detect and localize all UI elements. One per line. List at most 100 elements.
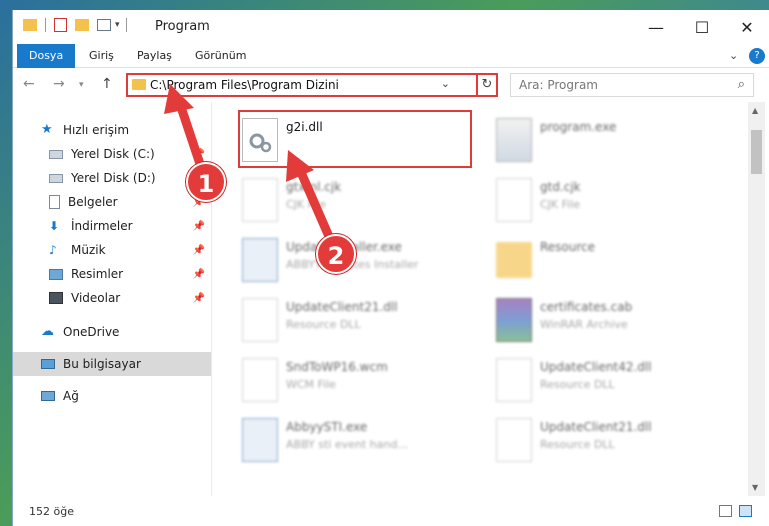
pin-icon[interactable]: 📌 [193,293,205,304]
nav-item-pictures[interactable]: Resimler 📌 [13,262,211,286]
dll-gear-icon [496,358,532,402]
file-item-updateinstaller-exe[interactable]: UpdateInstaller.exe ABBYY Updates Instal… [238,230,478,290]
vertical-scrollbar[interactable]: ▲ ▼ [748,102,765,496]
file-icon [496,178,532,222]
file-item-updateclient21-dll-2[interactable]: UpdateClient21.dll Resource DLL [492,410,732,470]
new-folder-icon[interactable] [75,19,89,31]
file-highlight-box [238,110,472,168]
file-type: CJK File [540,198,581,211]
nav-item-documents[interactable]: Belgeler 📌 [13,190,211,214]
computer-icon [41,359,55,369]
file-item-abbyysti-exe[interactable]: AbbyySTI.exe ABBY sti event hand... [238,410,478,470]
nav-item-music[interactable]: ♪ Müzik 📌 [13,238,211,262]
winrar-icon [496,298,532,342]
folder-icon [23,19,37,31]
nav-label: Belgeler [68,195,118,209]
nav-label: Yerel Disk (C:) [71,147,155,161]
help-icon[interactable]: ? [749,48,765,64]
explorer-window: ▾ Program — ☐ ✕ Dosya Giriş Paylaş Görün… [12,10,769,526]
large-icons-view-icon[interactable] [739,505,752,517]
address-bar[interactable]: C:\Program Files\Program Dizini ⌄ [126,73,478,97]
navigation-pane: ★ Hızlı erişim Yerel Disk (C:) 📌 Yerel D… [13,102,211,496]
recent-locations-icon[interactable]: ▾ [79,80,84,90]
pin-icon[interactable]: 📌 [193,269,205,280]
file-name: UpdateClient42.dll [540,360,652,374]
file-icon [242,178,278,222]
installer-icon [242,238,278,282]
address-path: C:\Program Files\Program Dizini [150,78,339,92]
tab-share[interactable]: Paylaş [137,44,172,68]
file-item-certificates-cab[interactable]: certificates.cab WinRAR Archive [492,290,732,350]
search-icon[interactable]: ⌕ [738,77,745,92]
file-type: WCM File [286,378,336,391]
file-item-resource[interactable]: Resource [492,230,732,290]
search-placeholder: Ara: Program [519,78,598,92]
tab-home[interactable]: Giriş [89,44,114,68]
customize-dropdown-icon[interactable]: ▾ [115,20,120,30]
forward-arrow-icon[interactable]: → [53,76,65,92]
file-list: g2i.dll program.exe gtxml.cjk CJK File g… [211,102,748,496]
app-icon [242,418,278,462]
tab-file[interactable]: Dosya [17,44,76,68]
minimize-button[interactable]: — [633,10,679,44]
music-icon: ♪ [49,243,57,257]
address-row: ← → ▾ ↑ C:\Program Files\Program Dizini … [13,68,769,102]
cloud-icon: ☁ [41,324,54,339]
nav-this-pc[interactable]: Bu bilgisayar [13,352,211,376]
separator-icon [125,18,127,32]
file-name: gtd.cjk [540,180,581,194]
properties-icon[interactable] [54,18,67,32]
item-count: 152 öğe [29,505,74,518]
nav-network[interactable]: Ağ [13,384,211,408]
nav-item-drive-d[interactable]: Yerel Disk (D:) [13,166,211,190]
file-item-gtd-cjk[interactable]: gtd.cjk CJK File [492,170,732,230]
file-name: certificates.cab [540,300,633,314]
details-view-icon[interactable] [719,505,732,517]
nav-item-downloads[interactable]: ⬇ İndirmeler 📌 [13,214,211,238]
scroll-up-icon[interactable]: ▲ [752,106,758,115]
nav-onedrive[interactable]: ☁ OneDrive [13,320,211,344]
view-icon[interactable] [97,19,111,31]
file-type: ABBY sti event hand... [286,438,408,451]
tab-view[interactable]: Görünüm [195,44,246,68]
pin-icon[interactable]: 📌 [193,245,205,256]
network-icon [41,391,55,401]
nav-item-videos[interactable]: Videolar 📌 [13,286,211,310]
nav-item-drive-c[interactable]: Yerel Disk (C:) 📌 [13,142,211,166]
window-title: Program [155,19,210,34]
scroll-thumb[interactable] [751,130,762,174]
address-dropdown-icon[interactable]: ⌄ [441,77,450,90]
file-item-updateclient42-dll[interactable]: UpdateClient42.dll Resource DLL [492,350,732,410]
file-item-updateclient21-dll[interactable]: UpdateClient21.dll Resource DLL [238,290,478,350]
file-name: AbbyySTI.exe [286,420,368,434]
close-button[interactable]: ✕ [724,10,769,44]
file-type: CJK File [286,198,327,211]
back-arrow-icon[interactable]: ← [23,76,35,92]
nav-label: Hızlı erişim [63,123,130,137]
file-item-program-exe[interactable]: program.exe [492,110,732,170]
nav-quick-access[interactable]: ★ Hızlı erişim [13,118,211,142]
pin-icon[interactable]: 📌 [193,221,205,232]
exe-icon [496,118,532,162]
pin-icon[interactable]: 📌 [193,149,205,160]
drive-icon [49,149,63,159]
file-name: program.exe [540,120,617,134]
nav-label: İndirmeler [71,219,133,233]
pictures-icon [49,268,63,280]
refresh-button[interactable]: ↻ [477,73,498,97]
file-name: UpdateClient21.dll [540,420,652,434]
up-arrow-icon[interactable]: ↑ [101,76,113,92]
file-item-gtxml-cjk[interactable]: gtxml.cjk CJK File [238,170,478,230]
folder-icon [496,242,532,278]
separator-icon [45,18,46,32]
status-bar: 152 öğe [13,496,769,526]
nav-label: Yerel Disk (D:) [71,171,156,185]
file-type: WinRAR Archive [540,318,628,331]
nav-label: Bu bilgisayar [63,357,141,371]
file-item-sndtowp16-wcm[interactable]: SndToWP16.wcm WCM File [238,350,478,410]
folder-icon [132,79,146,90]
scroll-down-icon[interactable]: ▼ [752,483,758,492]
maximize-button[interactable]: ☐ [679,10,725,44]
ribbon-expand-icon[interactable]: ⌄ [729,44,738,68]
search-box[interactable]: Ara: Program ⌕ [510,73,754,97]
